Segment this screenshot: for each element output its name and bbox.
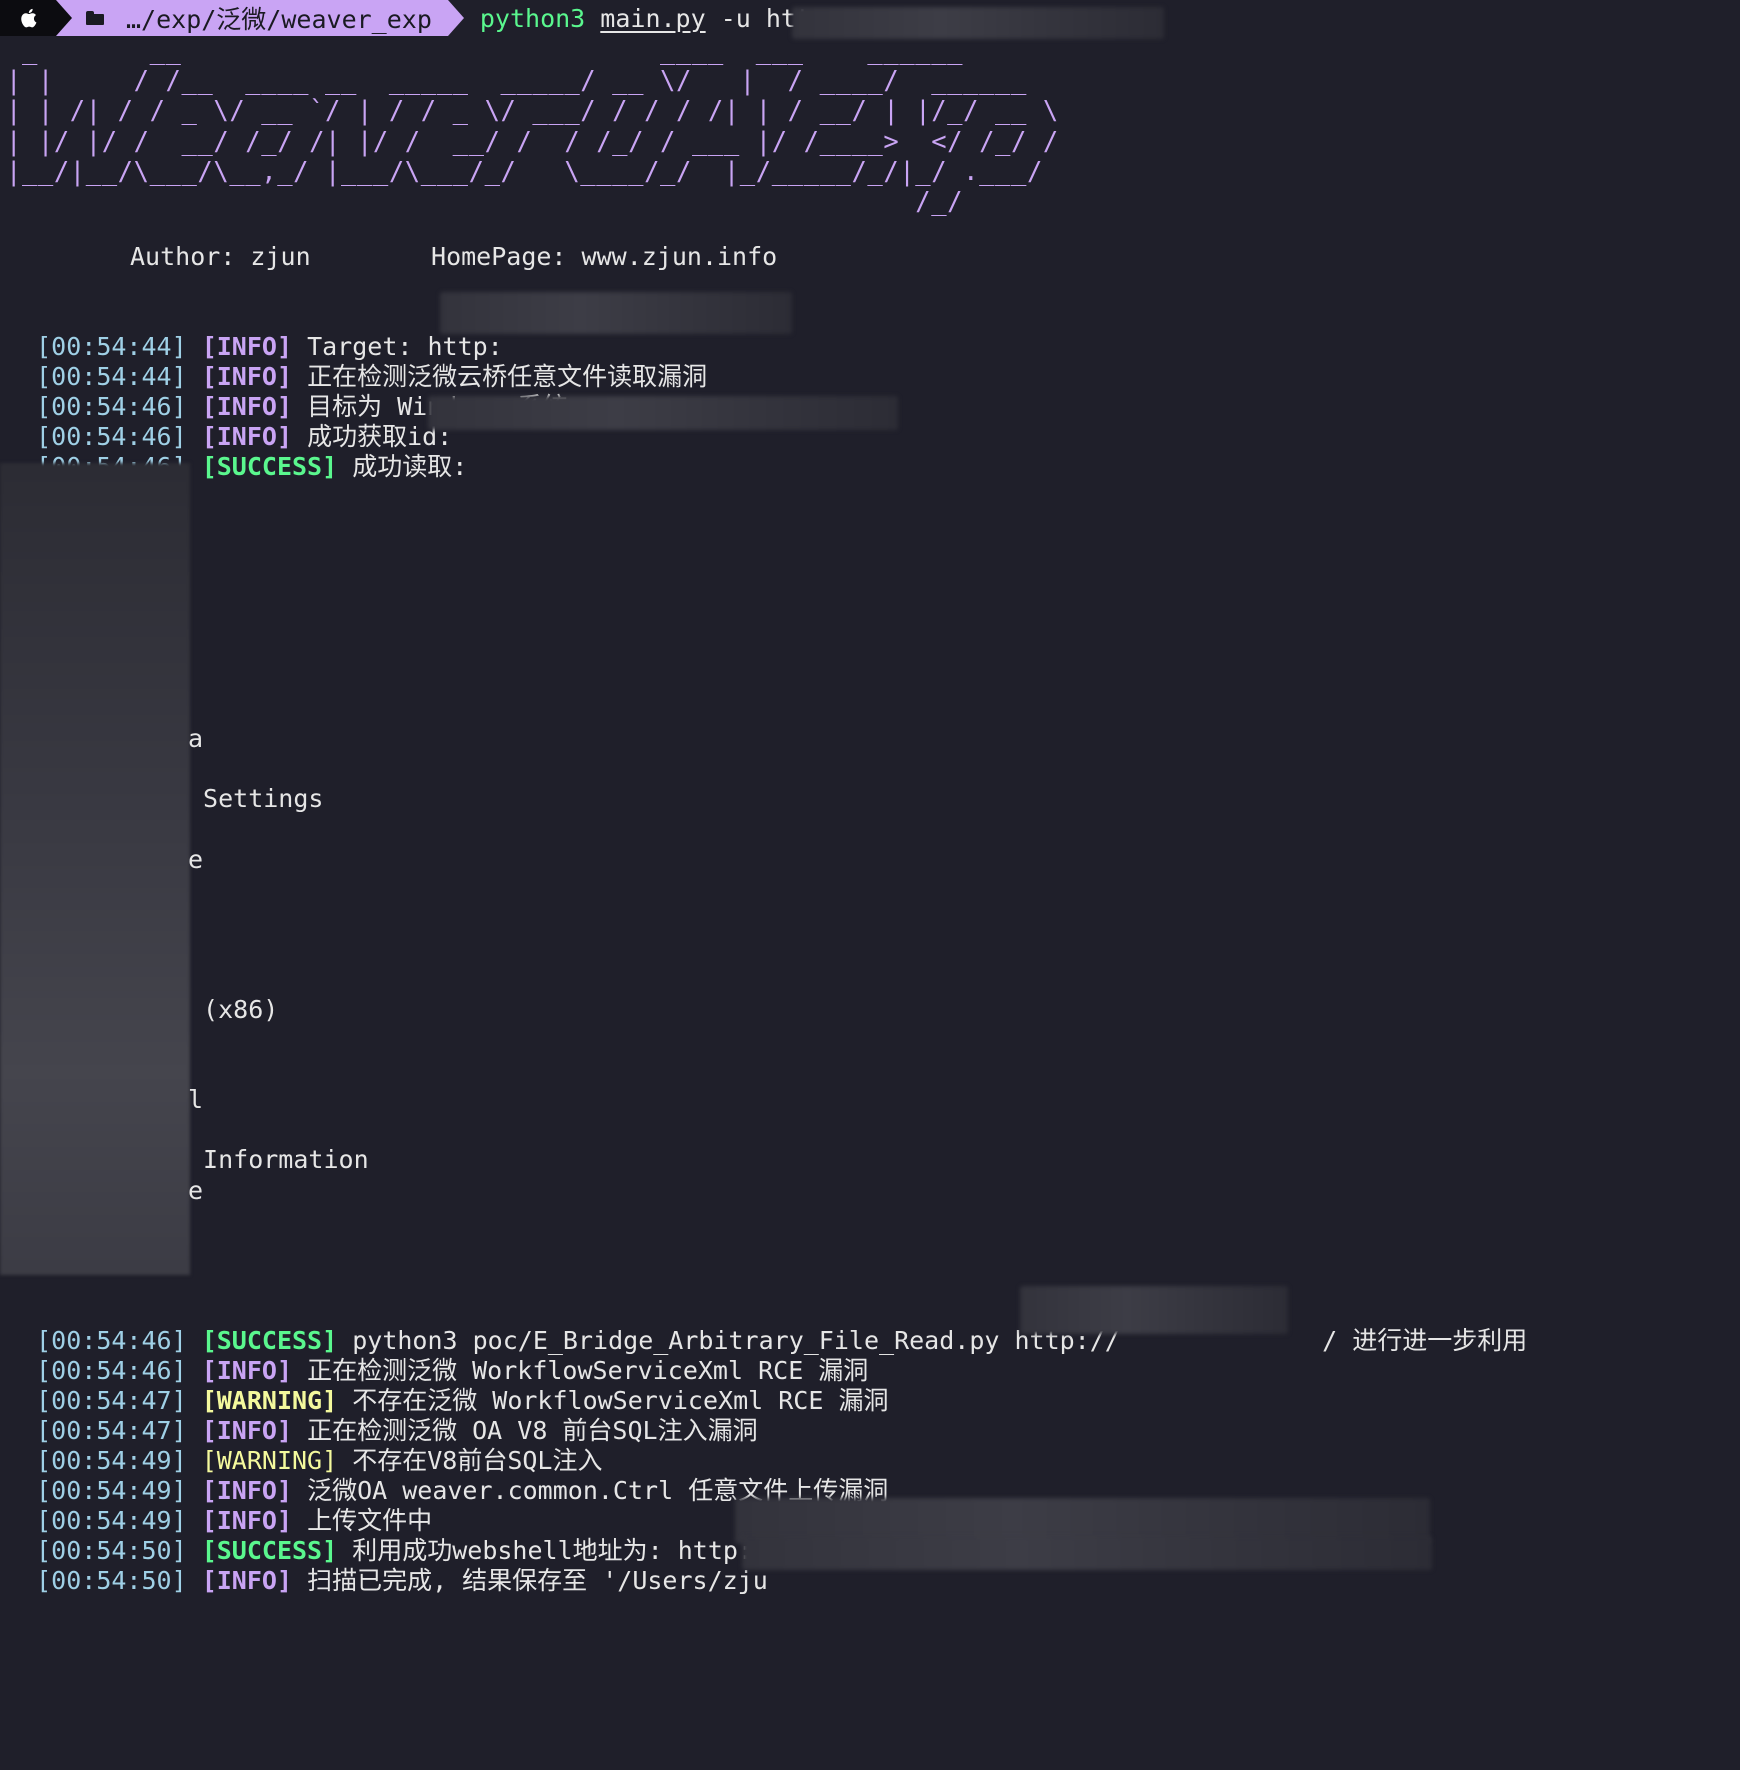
command-file: main.py (600, 3, 706, 33)
log-line: [00:54:50] [INFO] 扫描已完成, 结果保存至 '/Users/z… (6, 1536, 768, 1596)
file-fragment: e (188, 1176, 204, 1205)
ascii-banner: _ __ ____ ___ ______ | | / /__ ____ __ _… (6, 36, 1059, 218)
redacted-target (440, 292, 792, 334)
redacted-result-path (742, 1536, 1432, 1570)
log-message: 成功读取: (352, 452, 468, 481)
apple-icon (21, 8, 37, 28)
redacted-id (428, 396, 898, 430)
file-fragment: a (188, 724, 204, 753)
file-fragment: Settings (188, 784, 324, 813)
folder-icon (86, 11, 104, 25)
file-fragment: l (188, 1085, 204, 1114)
log-line-tail: / 进行进一步利用 (1292, 1296, 1527, 1356)
file-fragment: Information (188, 1145, 369, 1174)
current-path: …/exp/泛微/weaver_exp (126, 5, 432, 34)
apple-segment (0, 0, 72, 36)
log-level: [SUCCESS] (201, 452, 338, 481)
author-line: Author: zjun HomePage: www.zjun.info (130, 242, 778, 271)
redacted-file-content (0, 463, 190, 1275)
log-message: 扫描已完成, 结果保存至 '/Users/zju (307, 1566, 768, 1595)
command-line[interactable]: python3 main.py -u http: (480, 4, 841, 33)
command-python: python3 (479, 3, 586, 33)
log-level: [INFO] (201, 1566, 292, 1595)
redacted-url (792, 7, 1164, 39)
file-fragment: e (188, 845, 204, 874)
timestamp: [00:54:50] (36, 1566, 187, 1595)
redacted-host (1020, 1286, 1288, 1334)
path-segment: …/exp/泛微/weaver_exp (56, 0, 464, 36)
log-message-tail: / 进行进一步利用 (1322, 1326, 1528, 1355)
file-fragment: (x86) (188, 995, 279, 1024)
prompt-bar: …/exp/泛微/weaver_exp python3 main.py -u h… (0, 0, 841, 36)
